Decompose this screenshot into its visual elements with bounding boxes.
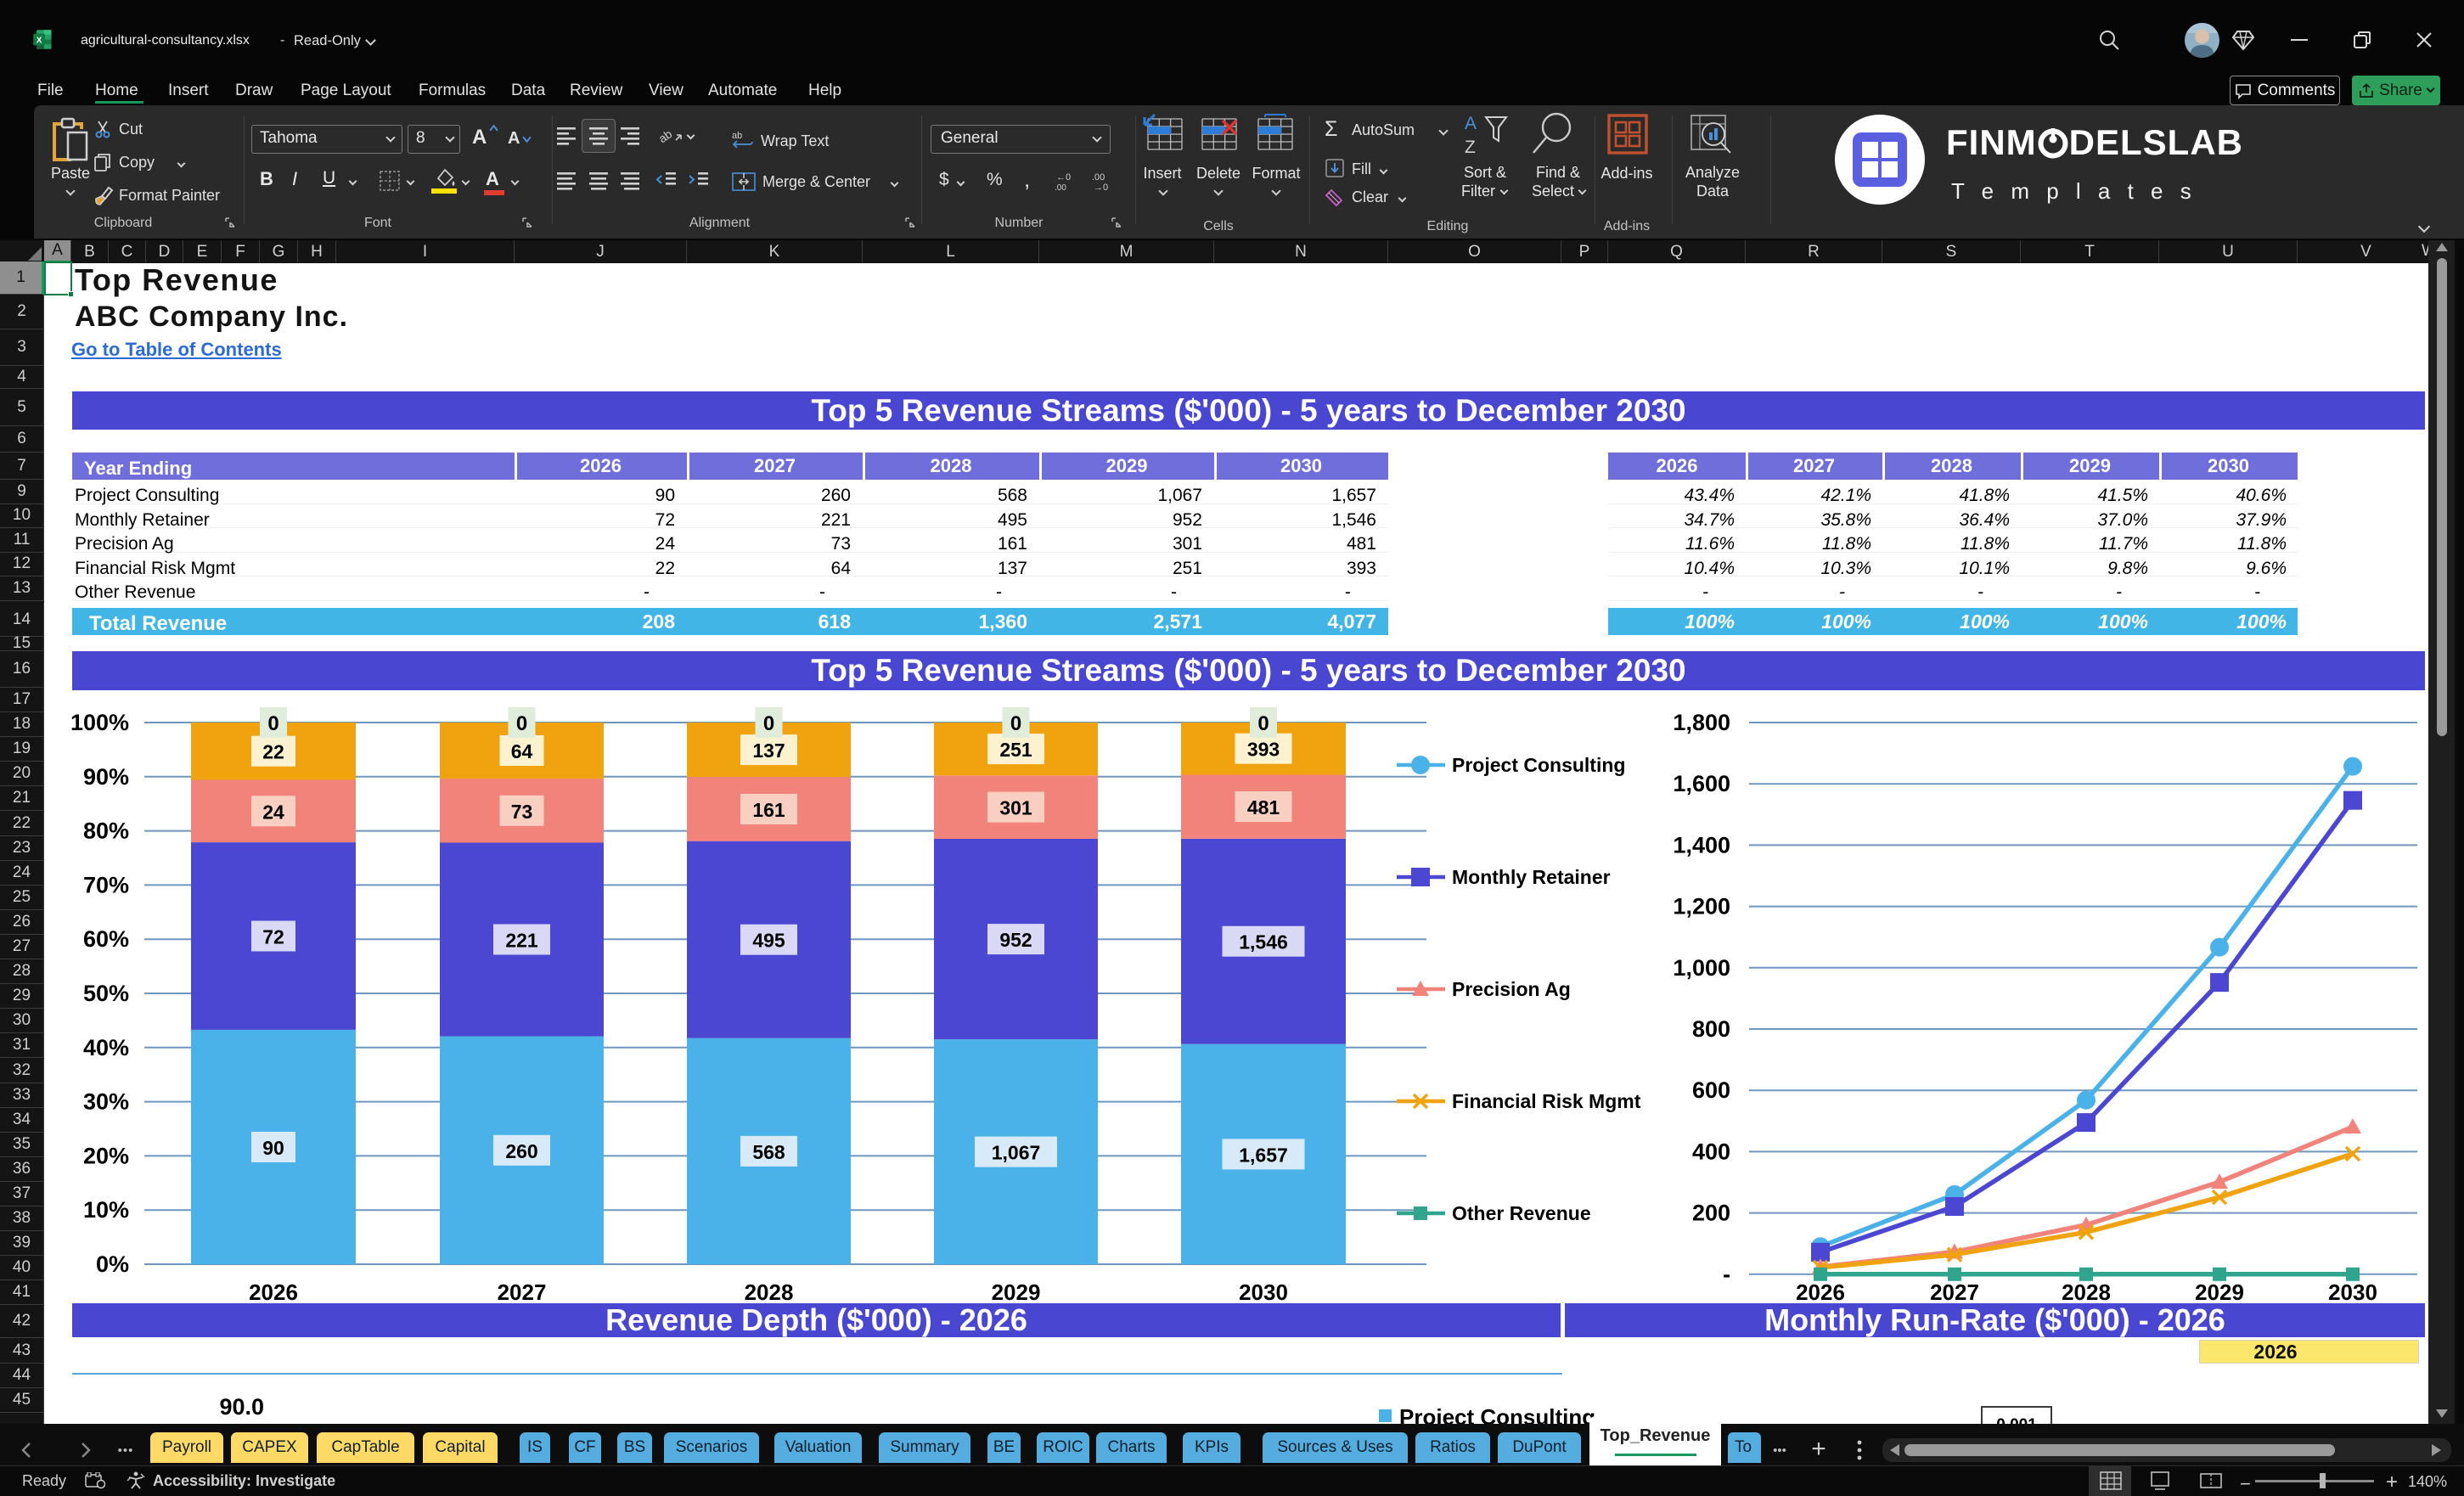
- svg-text:260: 260: [505, 1140, 537, 1162]
- svg-text:952: 952: [999, 929, 1032, 951]
- svg-text:0: 0: [267, 712, 278, 735]
- svg-text:60%: 60%: [83, 926, 129, 952]
- svg-text:72: 72: [262, 926, 284, 948]
- svg-text:1,067: 1,067: [992, 1142, 1041, 1164]
- svg-text:1,546: 1,546: [1239, 931, 1288, 953]
- svg-text:221: 221: [505, 930, 538, 952]
- svg-text:1,400: 1,400: [1673, 832, 1730, 858]
- svg-text:73: 73: [511, 801, 533, 823]
- svg-text:64: 64: [511, 740, 533, 762]
- svg-text:50%: 50%: [83, 981, 129, 1006]
- svg-text:80%: 80%: [83, 818, 129, 844]
- svg-text:200: 200: [1692, 1201, 1730, 1226]
- svg-text:481: 481: [1247, 796, 1280, 818]
- svg-text:30%: 30%: [83, 1089, 129, 1115]
- svg-text:40%: 40%: [83, 1035, 129, 1060]
- svg-text:400: 400: [1692, 1139, 1730, 1164]
- svg-text:2027: 2027: [498, 1279, 547, 1305]
- svg-text:90: 90: [262, 1137, 284, 1159]
- svg-text:22: 22: [262, 741, 284, 763]
- svg-text:1,600: 1,600: [1673, 771, 1730, 796]
- svg-text:0: 0: [1010, 712, 1021, 735]
- svg-text:2030: 2030: [1239, 1279, 1288, 1305]
- svg-text:1,000: 1,000: [1673, 955, 1730, 981]
- svg-text:10%: 10%: [83, 1197, 129, 1223]
- svg-text:90%: 90%: [83, 764, 129, 790]
- svg-text:20%: 20%: [83, 1143, 129, 1168]
- svg-text:800: 800: [1692, 1016, 1730, 1042]
- svg-text:Other Revenue: Other Revenue: [1452, 1202, 1591, 1224]
- svg-text:2028: 2028: [745, 1279, 794, 1305]
- svg-text:568: 568: [752, 1141, 785, 1163]
- svg-text:1,200: 1,200: [1673, 894, 1730, 920]
- svg-text:0%: 0%: [96, 1251, 129, 1277]
- svg-text:90.0: 90.0: [219, 1394, 264, 1420]
- svg-text:70%: 70%: [83, 872, 129, 897]
- svg-text:251: 251: [999, 739, 1032, 761]
- svg-text:393: 393: [1247, 739, 1280, 761]
- svg-text:600: 600: [1692, 1077, 1730, 1103]
- svg-text:-: -: [1723, 1262, 1730, 1287]
- svg-text:495: 495: [752, 930, 785, 952]
- svg-text:Monthly Retainer: Monthly Retainer: [1452, 866, 1611, 888]
- svg-text:24: 24: [262, 801, 284, 823]
- svg-text:1,657: 1,657: [1239, 1144, 1288, 1166]
- svg-text:2029: 2029: [2195, 1279, 2244, 1305]
- svg-text:2026: 2026: [249, 1279, 298, 1305]
- svg-text:0: 0: [516, 712, 527, 735]
- svg-text:2027: 2027: [1930, 1279, 1979, 1305]
- svg-text:Project Consulting: Project Consulting: [1452, 754, 1625, 776]
- svg-text:2026: 2026: [1796, 1279, 1845, 1305]
- svg-text:2028: 2028: [2062, 1279, 2111, 1305]
- svg-text:2030: 2030: [2328, 1279, 2377, 1305]
- svg-text:301: 301: [999, 797, 1032, 819]
- svg-text:0: 0: [1257, 712, 1269, 735]
- svg-text:2029: 2029: [992, 1279, 1041, 1305]
- svg-text:0: 0: [763, 712, 774, 735]
- svg-text:Precision Ag: Precision Ag: [1452, 978, 1571, 1000]
- svg-text:137: 137: [752, 740, 785, 762]
- svg-text:161: 161: [752, 799, 785, 821]
- svg-text:1,800: 1,800: [1673, 710, 1730, 735]
- svg-text:100%: 100%: [70, 710, 129, 735]
- svg-text:Financial Risk Mgmt: Financial Risk Mgmt: [1452, 1090, 1641, 1112]
